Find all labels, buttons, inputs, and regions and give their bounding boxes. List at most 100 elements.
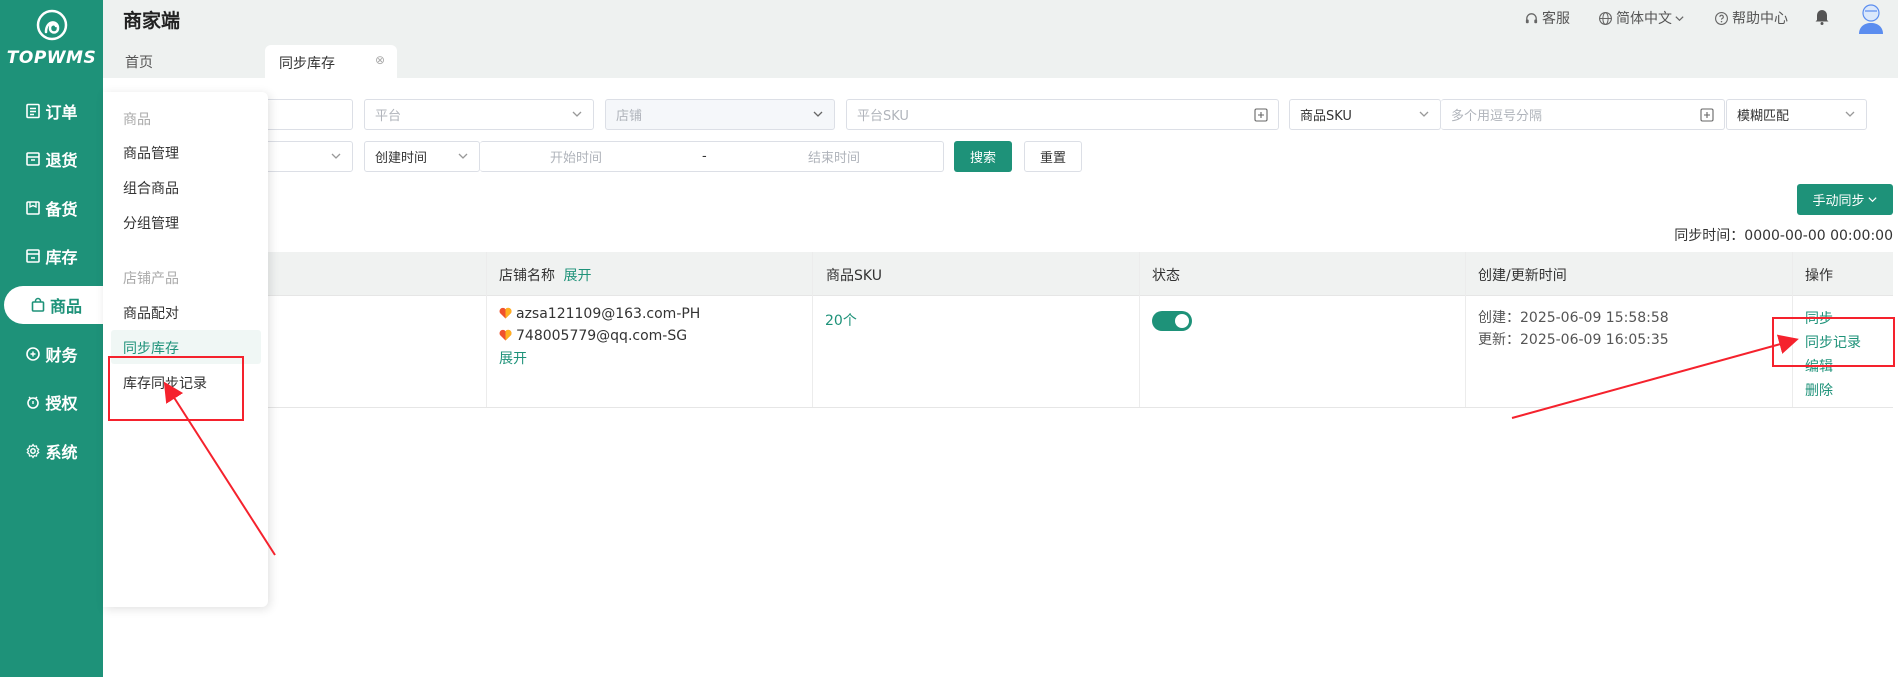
submenu-item-product-management[interactable]: 商品管理: [123, 143, 179, 163]
status-toggle[interactable]: [1152, 311, 1192, 331]
updated-time: 更新：2025-06-09 16:05:35: [1478, 332, 1669, 348]
header-store-label: 店铺名称: [499, 268, 555, 284]
edit-action-link[interactable]: 编辑: [1805, 356, 1833, 376]
top-header: 商家端 客服 简体中文 帮助中心: [103, 0, 1898, 38]
shopee-store-icon: [499, 329, 512, 341]
app-root: TOPWMS 订单 退货 备货 库存 商品 财务 授权 系统 商家端 客服 简体…: [0, 0, 1898, 677]
sync-action-link[interactable]: 同步: [1805, 308, 1833, 328]
time-type-value: 创建时间: [375, 151, 428, 166]
header-store-expand-link[interactable]: 展开: [563, 268, 591, 284]
platform-sku-input[interactable]: 平台SKU: [846, 99, 1279, 130]
store-name: azsa121109@163.com-PH: [516, 306, 701, 322]
range-separator: -: [702, 149, 707, 164]
header-actions: 操作: [1805, 268, 1833, 284]
reset-button[interactable]: 重置: [1024, 141, 1082, 172]
manual-sync-button[interactable]: 手动同步: [1797, 184, 1893, 215]
help-center-link[interactable]: 帮助中心: [1714, 8, 1788, 28]
sidebar-item-system[interactable]: 系统: [0, 432, 103, 470]
bell-icon[interactable]: [1814, 8, 1830, 25]
sidebar-item-inventory[interactable]: 库存: [0, 237, 103, 275]
chevron-down-icon: [458, 153, 468, 159]
gear-icon: [26, 443, 41, 459]
sku-multi-placeholder: 多个用逗号分隔: [1451, 109, 1543, 124]
tab-home[interactable]: 首页: [125, 52, 153, 72]
sync-record-action-link[interactable]: 同步记录: [1805, 332, 1861, 352]
store-entry: 748005779@qq.com-SG: [499, 328, 687, 344]
sku-type-select[interactable]: 商品SKU: [1289, 99, 1441, 130]
submenu-item-inventory-sync-records[interactable]: 库存同步记录: [123, 373, 207, 393]
tab-label: 同步库存: [279, 56, 335, 72]
submenu-group-products: 商品: [123, 112, 151, 128]
headset-icon: [1525, 12, 1538, 23]
row-expand-link[interactable]: 展开: [499, 348, 527, 368]
sidebar-item-label: 订单: [45, 103, 78, 122]
sku-type-value: 商品SKU: [1300, 109, 1352, 124]
submenu-item-sync-inventory[interactable]: 同步库存: [123, 338, 179, 358]
store-select[interactable]: 店铺: [605, 99, 835, 130]
products-submenu: 商品 商品管理 组合商品 分组管理 店铺产品 商品配对 同步库存 库存同步记录: [103, 92, 268, 607]
store-entry: azsa121109@163.com-PH: [499, 306, 700, 322]
platform-placeholder: 平台: [375, 109, 402, 124]
match-mode-select[interactable]: 模糊匹配: [1726, 99, 1867, 130]
sidebar-item-orders[interactable]: 订单: [0, 92, 103, 130]
date-range-picker[interactable]: 开始时间 - 结束时间: [480, 141, 944, 172]
close-icon[interactable]: ⊗: [375, 53, 385, 67]
batch-input-icon[interactable]: [1700, 108, 1714, 122]
chevron-down-icon: [1675, 15, 1684, 21]
table-header: 店铺名称 展开 商品SKU 状态 创建/更新时间 操作: [103, 252, 1893, 296]
sku-count-link[interactable]: 20个: [825, 310, 857, 330]
sidebar-item-label: 备货: [45, 200, 78, 219]
sidebar-item-label: 退货: [45, 151, 78, 170]
warehouse-icon: [26, 249, 41, 263]
language-select[interactable]: 简体中文: [1598, 8, 1688, 28]
submenu-item-product-pairing[interactable]: 商品配对: [123, 303, 179, 323]
sidebar-item-returns[interactable]: 退货: [0, 140, 103, 178]
chevron-down-icon: [1867, 197, 1877, 203]
submenu-group-store-products: 店铺产品: [123, 271, 179, 287]
customer-service-label: 客服: [1542, 11, 1570, 27]
sidebar-item-label: 授权: [45, 394, 78, 413]
submenu-item-combo-products[interactable]: 组合商品: [123, 178, 179, 198]
sidebar: TOPWMS 订单 退货 备货 库存 商品 财务 授权 系统: [0, 0, 108, 677]
header-time: 创建/更新时间: [1478, 268, 1567, 284]
language-label: 简体中文: [1616, 11, 1672, 27]
customer-service-link[interactable]: 客服: [1524, 8, 1570, 28]
header-store: 店铺名称 展开: [499, 265, 591, 285]
start-time-placeholder: 开始时间: [550, 151, 603, 166]
header-status: 状态: [1152, 268, 1180, 284]
chevron-down-icon: [813, 111, 823, 117]
chevron-down-icon: [572, 111, 582, 117]
help-icon: [1715, 11, 1728, 25]
authorization-icon: [27, 396, 40, 409]
search-button[interactable]: 搜索: [954, 141, 1012, 172]
match-mode-value: 模糊匹配: [1737, 109, 1790, 124]
delete-action-link[interactable]: 删除: [1805, 380, 1833, 400]
chevron-down-icon: [1845, 111, 1855, 117]
page-title: 商家端: [123, 10, 181, 32]
sidebar-item-label: 财务: [45, 346, 78, 365]
end-time-placeholder: 结束时间: [808, 151, 861, 166]
table-row: azsa121109@163.com-PH 748005779@qq.com-S…: [103, 296, 1893, 408]
sidebar-item-stocking[interactable]: 备货: [0, 189, 103, 227]
created-time: 创建：2025-06-09 15:58:58: [1478, 310, 1669, 326]
avatar[interactable]: [1856, 2, 1886, 34]
sidebar-item-finance[interactable]: 财务: [0, 335, 103, 373]
package-icon: [26, 201, 41, 215]
tab-sync-inventory[interactable]: 同步库存 ⊗: [265, 45, 397, 78]
shopping-bag-icon: [31, 297, 45, 312]
sidebar-item-authorization[interactable]: 授权: [0, 383, 103, 421]
chevron-down-icon: [331, 153, 341, 159]
manual-sync-label: 手动同步: [1812, 194, 1865, 209]
batch-input-icon[interactable]: [1254, 108, 1268, 122]
submenu-item-group-management[interactable]: 分组管理: [123, 213, 179, 233]
logo[interactable]: TOPWMS: [0, 8, 103, 68]
time-type-select[interactable]: 创建时间: [364, 141, 480, 172]
sku-multi-input[interactable]: 多个用逗号分隔: [1441, 99, 1725, 130]
sidebar-item-products[interactable]: 商品: [4, 286, 108, 324]
platform-select[interactable]: 平台: [364, 99, 594, 130]
logo-text: TOPWMS: [6, 48, 97, 68]
sidebar-item-label: 库存: [45, 248, 78, 267]
store-name: 748005779@qq.com-SG: [516, 328, 688, 344]
sidebar-item-label: 商品: [49, 297, 82, 316]
platform-sku-placeholder: 平台SKU: [857, 109, 909, 124]
